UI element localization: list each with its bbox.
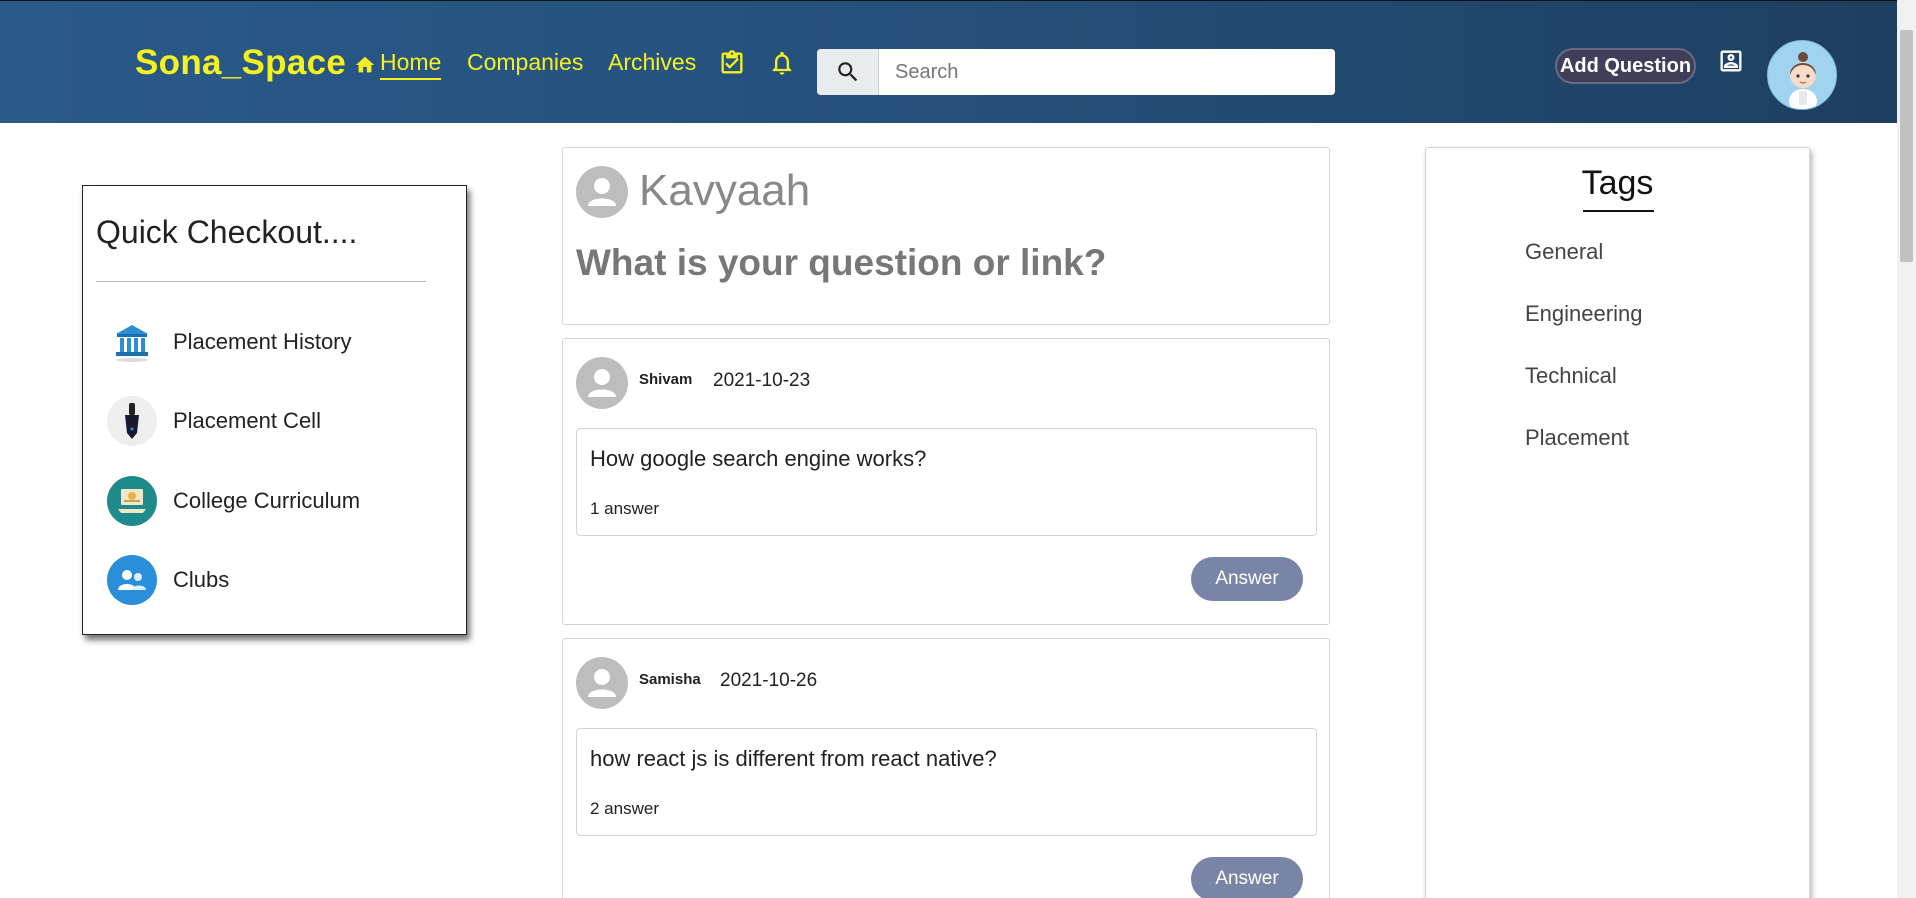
brand-logo[interactable]: Sona_Space bbox=[135, 43, 346, 83]
bank-icon bbox=[107, 317, 157, 367]
user-avatar[interactable] bbox=[1767, 40, 1837, 110]
nav-home-label: Home bbox=[380, 49, 442, 80]
home-icon bbox=[355, 56, 375, 72]
top-navbar: Sona_Space Home Companies Archives Add Q… bbox=[0, 0, 1897, 123]
nav-companies[interactable]: Companies bbox=[467, 49, 583, 76]
answer-count: 2 answer bbox=[590, 799, 659, 818]
nav-archives[interactable]: Archives bbox=[608, 49, 696, 76]
quick-item-label: Clubs bbox=[173, 567, 230, 592]
add-question-button[interactable]: Add Question bbox=[1555, 48, 1696, 84]
default-user-icon bbox=[576, 357, 628, 409]
search-input[interactable] bbox=[879, 49, 1335, 95]
tags-title-underline bbox=[1583, 210, 1654, 212]
assignment-check-icon[interactable] bbox=[718, 49, 746, 77]
tags-panel: Tags General Engineering Technical Place… bbox=[1425, 147, 1810, 898]
quick-item-label: Placement Cell bbox=[173, 408, 321, 433]
contact-card-icon[interactable] bbox=[1717, 47, 1745, 75]
ask-question-box[interactable]: Kavyaah What is your question or link? bbox=[562, 147, 1330, 325]
default-user-icon bbox=[576, 166, 628, 218]
question-post: Samisha 2021-10-26 how react js is diffe… bbox=[562, 638, 1330, 898]
search-button[interactable] bbox=[817, 49, 879, 95]
notification-bell-icon[interactable] bbox=[768, 49, 796, 77]
question-body[interactable]: how react js is different from react nat… bbox=[576, 728, 1317, 836]
quick-item-placement-history[interactable]: Placement History bbox=[107, 318, 352, 366]
tag-general[interactable]: General bbox=[1525, 239, 1603, 265]
quick-item-clubs[interactable]: Clubs bbox=[107, 555, 230, 605]
answer-button[interactable]: Answer bbox=[1191, 557, 1303, 601]
fountain-pen-icon bbox=[107, 396, 157, 446]
quick-item-label: Placement History bbox=[173, 329, 352, 354]
quick-item-college-curriculum[interactable]: College Curriculum bbox=[107, 476, 361, 526]
quick-item-placement-cell[interactable]: Placement Cell bbox=[107, 396, 321, 446]
tag-technical[interactable]: Technical bbox=[1525, 363, 1617, 389]
page-scrollbar[interactable] bbox=[1897, 0, 1916, 898]
ask-question-prompt[interactable]: What is your question or link? bbox=[576, 242, 1106, 284]
current-user-name: Kavyaah bbox=[639, 166, 811, 215]
question-text: How google search engine works? bbox=[590, 446, 927, 471]
scrollbar-thumb[interactable] bbox=[1900, 30, 1913, 262]
search-bar bbox=[817, 49, 1335, 95]
tag-placement[interactable]: Placement bbox=[1525, 425, 1629, 451]
question-body[interactable]: How google search engine works? 1 answer bbox=[576, 428, 1317, 536]
search-icon bbox=[837, 62, 857, 82]
certificate-icon bbox=[107, 476, 157, 526]
post-author: Samisha bbox=[639, 671, 701, 688]
tags-title: Tags bbox=[1581, 164, 1654, 202]
default-user-icon bbox=[576, 657, 628, 709]
quick-checkout-title: Quick Checkout.... bbox=[96, 214, 358, 250]
divider bbox=[96, 281, 426, 282]
quick-item-label: College Curriculum bbox=[173, 488, 361, 513]
nav-home[interactable]: Home bbox=[354, 49, 442, 80]
answer-count: 1 answer bbox=[590, 499, 659, 518]
answer-button[interactable]: Answer bbox=[1191, 857, 1303, 898]
post-date: 2021-10-23 bbox=[713, 370, 811, 391]
group-icon bbox=[107, 555, 157, 605]
post-author: Shivam bbox=[639, 371, 693, 388]
quick-checkout-panel: Quick Checkout.... Placement History Pla… bbox=[82, 185, 467, 635]
tag-engineering[interactable]: Engineering bbox=[1525, 301, 1642, 327]
question-post: Shivam 2021-10-23 How google search engi… bbox=[562, 338, 1330, 625]
question-text: how react js is different from react nat… bbox=[590, 746, 997, 771]
post-date: 2021-10-26 bbox=[720, 670, 818, 691]
